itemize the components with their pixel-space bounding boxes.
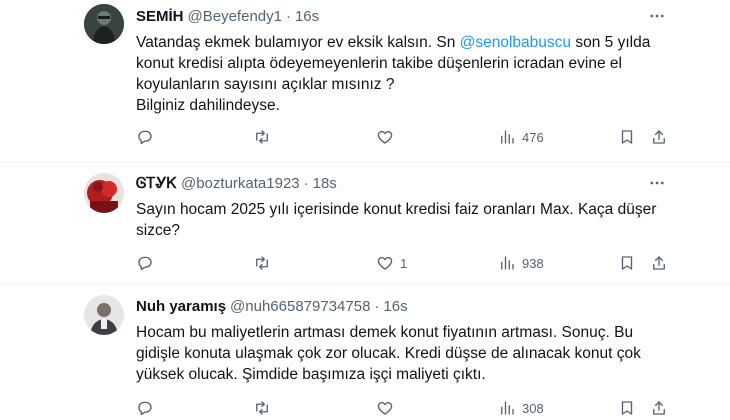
tweet-text-line: sizce? bbox=[136, 222, 180, 239]
bookmark-button[interactable] bbox=[618, 253, 636, 273]
like-button[interactable] bbox=[376, 127, 394, 147]
tweet-header: SEMİH @Beyefendy1 · 16s bbox=[136, 6, 319, 26]
like-button[interactable]: 1 bbox=[376, 253, 407, 273]
separator-dot: · bbox=[303, 174, 309, 192]
display-name[interactable]: ᎶᎢᎽᏦ bbox=[136, 175, 177, 192]
tweet-header: Nuh yaramış @nuh665879734758 · 16s bbox=[136, 296, 408, 316]
avatar[interactable] bbox=[84, 173, 124, 213]
retweet-button[interactable] bbox=[253, 398, 271, 418]
reply-button[interactable] bbox=[136, 253, 154, 273]
tweet-header: ᎶᎢᎽᏦ @bozturkata1923 · 18s bbox=[136, 173, 337, 193]
more-horizontal-icon bbox=[650, 181, 664, 185]
avatar[interactable] bbox=[84, 295, 124, 335]
action-bar: 1 938 bbox=[136, 253, 671, 273]
display-name[interactable]: Nuh yaramış bbox=[136, 298, 226, 315]
bookmark-button[interactable] bbox=[618, 398, 636, 418]
tweet-text-line: yüksek olucak. Şimdide başımıza işçi mal… bbox=[136, 366, 486, 383]
share-button[interactable] bbox=[650, 398, 668, 418]
like-count: 1 bbox=[400, 255, 408, 271]
separator-dot: · bbox=[285, 7, 291, 25]
more-horizontal-icon bbox=[650, 14, 664, 18]
tweet-1[interactable]: SEMİH @Beyefendy1 · 16s Vatandaş ekmek b… bbox=[0, 0, 730, 162]
bookmark-icon bbox=[621, 401, 633, 415]
bookmark-icon bbox=[621, 130, 633, 144]
username-handle[interactable]: @bozturkata1923 bbox=[181, 175, 300, 192]
share-icon bbox=[653, 130, 665, 144]
tweet-text-line: konut kredisi alıpta ödeyemeyenlerin tak… bbox=[136, 55, 622, 72]
action-bar: 308 bbox=[136, 398, 671, 418]
tweet-text-segment: son 5 yılda bbox=[571, 34, 651, 51]
more-button[interactable] bbox=[640, 6, 674, 26]
retweet-icon bbox=[256, 130, 268, 144]
tweet-2[interactable]: ᎶᎢᎽᏦ @bozturkata1923 · 18s Sayın hocam 2… bbox=[0, 163, 730, 284]
heart-icon bbox=[377, 130, 393, 144]
retweet-icon bbox=[256, 401, 268, 415]
share-button[interactable] bbox=[650, 253, 668, 273]
tweet-text: Hocam bu maliyetlerin artması demek konu… bbox=[136, 322, 676, 385]
separator-dot: · bbox=[374, 297, 380, 315]
reply-button[interactable] bbox=[136, 127, 154, 147]
tweet-text-line: gidişle konuta ulaşmak çok zor olucak. K… bbox=[136, 345, 641, 362]
tweet-text-line: Hocam bu maliyetlerin artması demek konu… bbox=[136, 324, 634, 341]
display-name[interactable]: SEMİH bbox=[136, 8, 184, 25]
bookmark-button[interactable] bbox=[618, 127, 636, 147]
views-chart-icon bbox=[501, 256, 514, 270]
tweet-text-segment: Vatandaş ekmek bulamıyor ev eksik kalsın… bbox=[136, 34, 460, 51]
tweet-text-line: Sayın hocam 2025 yılı içerisinde konut k… bbox=[136, 201, 657, 218]
timestamp[interactable]: 16s bbox=[383, 298, 407, 315]
heart-icon bbox=[377, 256, 393, 270]
tweet-3[interactable]: Nuh yaramış @nuh665879734758 · 16s Hocam… bbox=[0, 285, 730, 420]
heart-icon bbox=[377, 401, 393, 415]
more-button[interactable] bbox=[640, 173, 674, 193]
username-handle[interactable]: @nuh665879734758 bbox=[230, 298, 370, 315]
views-count: 938 bbox=[522, 255, 544, 271]
tweet-text-line: koyulanların sayısını açıklar mısınız ? bbox=[136, 76, 395, 93]
avatar-image bbox=[84, 4, 124, 44]
tweet-text-line: Bilginiz dahilindeyse. bbox=[136, 97, 280, 114]
mention-link[interactable]: @senolbabuscu bbox=[460, 34, 571, 51]
reply-icon bbox=[138, 130, 152, 145]
avatar-image bbox=[84, 173, 124, 213]
username-handle[interactable]: @Beyefendy1 bbox=[188, 8, 282, 25]
share-icon bbox=[653, 256, 665, 270]
views-chart-icon bbox=[501, 401, 514, 415]
tweet-text: Sayın hocam 2025 yılı içerisinde konut k… bbox=[136, 199, 676, 241]
views-chart-icon bbox=[501, 130, 514, 144]
avatar[interactable] bbox=[84, 4, 124, 44]
views-button[interactable]: 938 bbox=[498, 253, 544, 273]
reply-icon bbox=[138, 401, 152, 416]
timestamp[interactable]: 18s bbox=[313, 175, 337, 192]
retweet-icon bbox=[256, 256, 268, 270]
retweet-button[interactable] bbox=[253, 127, 271, 147]
retweet-button[interactable] bbox=[253, 253, 271, 273]
like-button[interactable] bbox=[376, 398, 394, 418]
views-button[interactable]: 308 bbox=[498, 398, 544, 418]
views-count: 476 bbox=[522, 129, 544, 145]
views-button[interactable]: 476 bbox=[498, 127, 544, 147]
share-icon bbox=[653, 401, 665, 415]
views-count: 308 bbox=[522, 400, 544, 416]
share-button[interactable] bbox=[650, 127, 668, 147]
bookmark-icon bbox=[621, 256, 633, 270]
action-bar: 476 bbox=[136, 127, 671, 147]
reply-icon bbox=[138, 256, 152, 271]
timestamp[interactable]: 16s bbox=[295, 8, 319, 25]
tweet-text: Vatandaş ekmek bulamıyor ev eksik kalsın… bbox=[136, 32, 676, 116]
reply-button[interactable] bbox=[136, 398, 154, 418]
avatar-image bbox=[84, 295, 124, 335]
